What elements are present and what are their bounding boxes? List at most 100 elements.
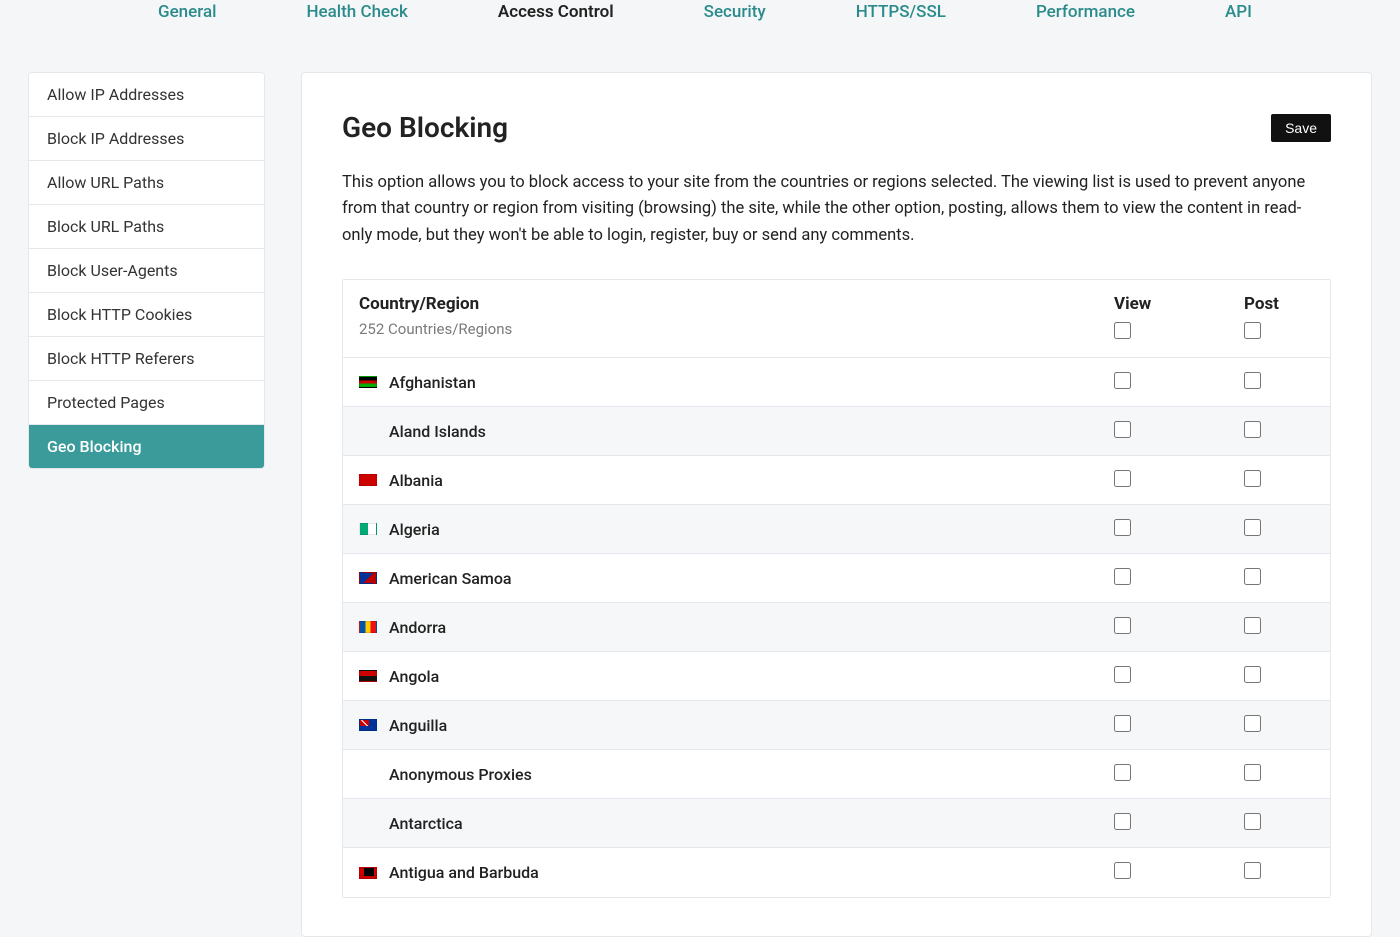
- flag-icon: [359, 572, 377, 584]
- top-tab-api[interactable]: API: [1217, 0, 1260, 24]
- post-checkbox[interactable]: [1244, 617, 1261, 634]
- sidebar-item-geo-blocking[interactable]: Geo Blocking: [29, 425, 264, 468]
- post-checkbox[interactable]: [1244, 421, 1261, 438]
- post-checkbox[interactable]: [1244, 862, 1261, 879]
- view-checkbox[interactable]: [1114, 470, 1131, 487]
- table-row: Angola: [343, 652, 1330, 701]
- sidebar-item-protected-pages[interactable]: Protected Pages: [29, 381, 264, 425]
- table-row: Antarctica: [343, 799, 1330, 848]
- view-checkbox[interactable]: [1114, 862, 1131, 879]
- country-header-label: Country/Region: [359, 294, 1114, 314]
- country-cell: Albania: [359, 471, 1114, 490]
- country-cell: Antarctica: [359, 814, 1114, 833]
- view-checkbox[interactable]: [1114, 519, 1131, 536]
- view-checkbox[interactable]: [1114, 715, 1131, 732]
- country-cell: Andorra: [359, 618, 1114, 637]
- view-checkbox[interactable]: [1114, 372, 1131, 389]
- country-name: Algeria: [389, 520, 440, 539]
- country-cell: Angola: [359, 667, 1114, 686]
- view-cell: [1114, 764, 1244, 785]
- post-checkbox[interactable]: [1244, 470, 1261, 487]
- table-row: American Samoa: [343, 554, 1330, 603]
- save-button[interactable]: Save: [1271, 114, 1331, 142]
- flag-icon: [359, 621, 377, 633]
- view-cell: [1114, 568, 1244, 589]
- sidebar-item-block-url-paths[interactable]: Block URL Paths: [29, 205, 264, 249]
- top-tab-access-control[interactable]: Access Control: [490, 0, 622, 24]
- post-cell: [1244, 421, 1314, 442]
- col-country-header: Country/Region 252 Countries/Regions: [359, 294, 1114, 338]
- post-cell: [1244, 666, 1314, 687]
- post-cell: [1244, 568, 1314, 589]
- view-checkbox[interactable]: [1114, 617, 1131, 634]
- post-checkbox[interactable]: [1244, 715, 1261, 732]
- table-row: Albania: [343, 456, 1330, 505]
- country-name: Angola: [389, 667, 439, 686]
- post-select-all-checkbox[interactable]: [1244, 322, 1261, 339]
- view-checkbox[interactable]: [1114, 666, 1131, 683]
- top-tab-health-check[interactable]: Health Check: [298, 0, 415, 24]
- view-select-all-checkbox[interactable]: [1114, 322, 1131, 339]
- top-tab-performance[interactable]: Performance: [1028, 0, 1143, 24]
- post-checkbox[interactable]: [1244, 666, 1261, 683]
- col-post-header: Post: [1244, 294, 1314, 343]
- country-cell: Anonymous Proxies: [359, 765, 1114, 784]
- sidebar-item-allow-ip-addresses[interactable]: Allow IP Addresses: [29, 73, 264, 117]
- view-checkbox[interactable]: [1114, 568, 1131, 585]
- view-cell: [1114, 666, 1244, 687]
- table-row: Aland Islands: [343, 407, 1330, 456]
- geo-table: Country/Region 252 Countries/Regions Vie…: [342, 279, 1331, 898]
- view-checkbox[interactable]: [1114, 764, 1131, 781]
- sidebar-item-block-http-referers[interactable]: Block HTTP Referers: [29, 337, 264, 381]
- view-cell: [1114, 421, 1244, 442]
- table-row: Antigua and Barbuda: [343, 848, 1330, 897]
- description-text: This option allows you to block access t…: [342, 170, 1331, 249]
- sidebar-item-allow-url-paths[interactable]: Allow URL Paths: [29, 161, 264, 205]
- page-title: Geo Blocking: [342, 111, 508, 144]
- post-header-label: Post: [1244, 294, 1314, 314]
- top-tab-https-ssl[interactable]: HTTPS/SSL: [848, 0, 954, 24]
- content-panel: Geo Blocking Save This option allows you…: [301, 72, 1372, 937]
- table-row: Anonymous Proxies: [343, 750, 1330, 799]
- top-tab-general[interactable]: General: [150, 0, 224, 24]
- post-checkbox[interactable]: [1244, 568, 1261, 585]
- country-cell: Afghanistan: [359, 373, 1114, 392]
- top-tabs: General Health Check Access Control Securit…: [0, 0, 1400, 40]
- view-checkbox[interactable]: [1114, 813, 1131, 830]
- post-checkbox[interactable]: [1244, 372, 1261, 389]
- content-header: Geo Blocking Save: [342, 111, 1331, 144]
- view-header-label: View: [1114, 294, 1244, 314]
- view-cell: [1114, 715, 1244, 736]
- view-cell: [1114, 813, 1244, 834]
- col-view-header: View: [1114, 294, 1244, 343]
- top-tab-security[interactable]: Security: [696, 0, 774, 24]
- view-checkbox[interactable]: [1114, 421, 1131, 438]
- post-cell: [1244, 862, 1314, 883]
- sidebar-item-block-user-agents[interactable]: Block User-Agents: [29, 249, 264, 293]
- table-row: Anguilla: [343, 701, 1330, 750]
- view-cell: [1114, 470, 1244, 491]
- view-cell: [1114, 617, 1244, 638]
- post-checkbox[interactable]: [1244, 764, 1261, 781]
- post-cell: [1244, 764, 1314, 785]
- country-name: Aland Islands: [389, 422, 486, 441]
- country-cell: Aland Islands: [359, 422, 1114, 441]
- country-name: Andorra: [389, 618, 446, 637]
- flag-icon: [359, 867, 377, 879]
- country-name: Albania: [389, 471, 443, 490]
- sidebar: Allow IP AddressesBlock IP AddressesAllo…: [28, 72, 265, 469]
- sidebar-item-block-http-cookies[interactable]: Block HTTP Cookies: [29, 293, 264, 337]
- post-checkbox[interactable]: [1244, 519, 1261, 536]
- post-checkbox[interactable]: [1244, 813, 1261, 830]
- flag-icon: [359, 719, 377, 731]
- view-cell: [1114, 372, 1244, 393]
- country-cell: Antigua and Barbuda: [359, 863, 1114, 882]
- view-cell: [1114, 519, 1244, 540]
- geo-table-header: Country/Region 252 Countries/Regions Vie…: [343, 280, 1330, 358]
- main-area: Allow IP AddressesBlock IP AddressesAllo…: [0, 40, 1400, 937]
- post-cell: [1244, 813, 1314, 834]
- table-row: Andorra: [343, 603, 1330, 652]
- sidebar-item-block-ip-addresses[interactable]: Block IP Addresses: [29, 117, 264, 161]
- table-row: Afghanistan: [343, 358, 1330, 407]
- country-name: American Samoa: [389, 569, 512, 588]
